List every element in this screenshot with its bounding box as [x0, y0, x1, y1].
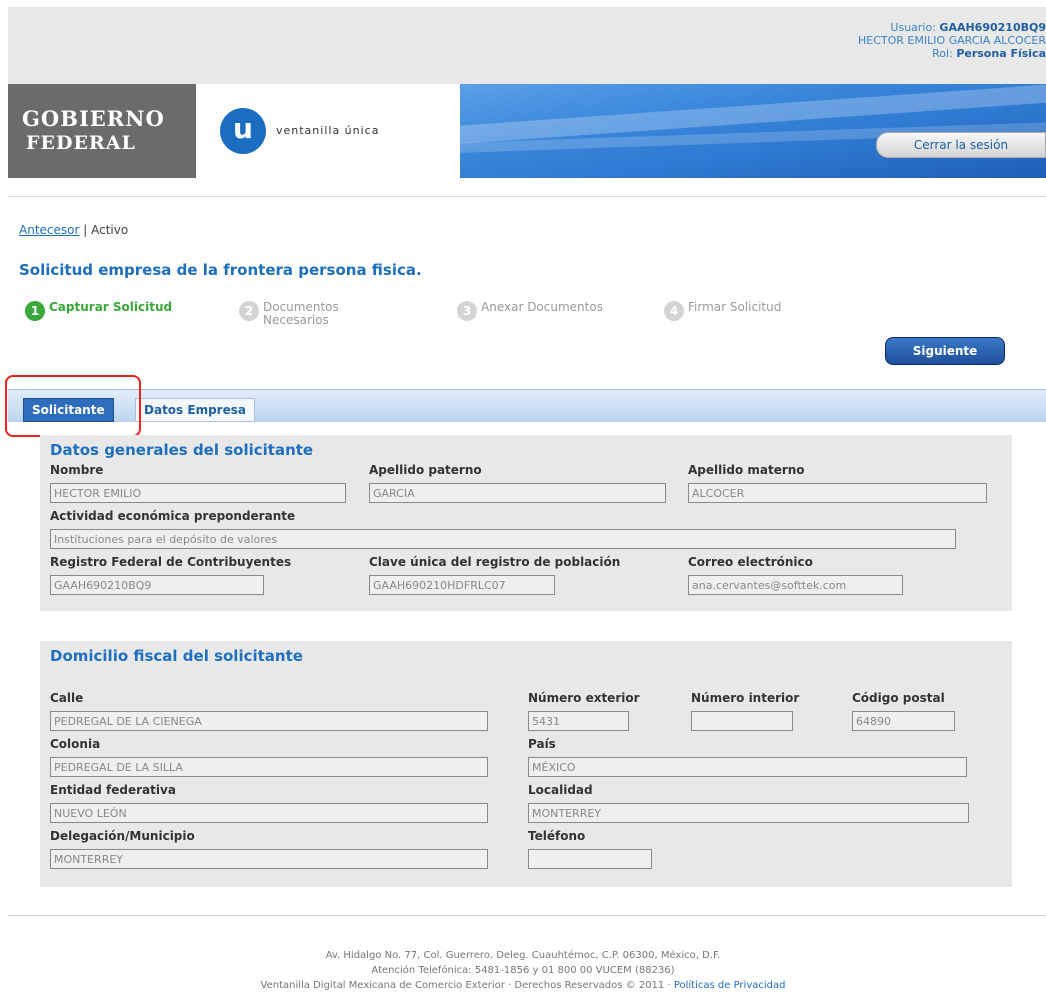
entidad-federativa-label: Entidad federativa	[50, 783, 176, 797]
ventanilla-logo-icon: u	[220, 108, 266, 154]
tab-bar: Solicitante Datos Empresa	[8, 389, 1046, 422]
top-user-bar: Usuario: GAAH690210BQ9 HECTOR EMILIO GAR…	[8, 7, 1046, 84]
gobierno-line1: GOBIERNO	[22, 106, 165, 131]
numero-exterior-label: Número exterior	[528, 691, 640, 705]
colonia-label: Colonia	[50, 737, 101, 751]
footer-phone: Atención Telefónica: 5481-1856 y 01 800 …	[371, 965, 675, 976]
rfc-label: Registro Federal de Contribuyentes	[50, 555, 292, 569]
actividad-label: Actividad económica preponderante	[50, 509, 296, 523]
privacy-policy-link[interactable]: Políticas de Privacidad	[674, 980, 786, 991]
datos-generales-panel: Datos generales del solicitante Nombre H…	[40, 435, 1012, 611]
delegacion-label: Delegación/Municipio	[50, 829, 195, 843]
logout-button[interactable]: Cerrar la sesión	[876, 132, 1046, 158]
localidad-label: Localidad	[528, 783, 593, 797]
pais-label: País	[528, 737, 556, 751]
usuario-value: GAAH690210BQ9	[939, 21, 1046, 34]
footer-copyright-text: Ventanilla Digital Mexicana de Comercio …	[260, 980, 671, 991]
gobierno-line2: FEDERAL	[26, 132, 136, 154]
numero-exterior-field[interactable]: 5431	[528, 711, 629, 731]
header-banner: GOBIERNO FEDERAL u ventanilla única Cerr…	[8, 84, 1046, 178]
step-number-icon: 3	[457, 301, 477, 321]
codigo-postal-field[interactable]: 64890	[852, 711, 955, 731]
step-number-icon: 4	[664, 301, 684, 321]
user-full-name: HECTOR EMILIO GARCIA ALCOCER	[858, 34, 1046, 47]
usuario-label: Usuario:	[890, 21, 936, 34]
step-label: Firmar Solicitud	[688, 300, 782, 314]
entidad-federativa-field[interactable]: NUEVO LEÓN	[50, 803, 488, 823]
nombre-label: Nombre	[50, 463, 104, 477]
curp-label: Clave única del registro de población	[369, 555, 621, 569]
numero-interior-label: Número interior	[691, 691, 800, 705]
nombre-field[interactable]: HECTOR EMILIO	[50, 483, 346, 503]
step-label-line1: Documentos	[263, 300, 339, 314]
localidad-field[interactable]: MONTERREY	[528, 803, 969, 823]
rol-value: Persona Física	[956, 47, 1046, 60]
gobierno-federal-logo: GOBIERNO FEDERAL	[8, 84, 196, 178]
footer: Av. Hidalgo No. 77, Col. Guerrero, Deleg…	[0, 948, 1046, 993]
step-label-line2: Necesarios	[263, 313, 329, 327]
telefono-field[interactable]	[528, 849, 652, 869]
rfc-field[interactable]: GAAH690210BQ9	[50, 575, 264, 595]
main-content: Antecesor | Activo Solicitud empresa de …	[5, 196, 1046, 916]
numero-interior-field[interactable]	[691, 711, 793, 731]
delegacion-field[interactable]: MONTERREY	[50, 849, 488, 869]
breadcrumb-antecesor-link[interactable]: Antecesor	[19, 223, 79, 237]
codigo-postal-label: Código postal	[852, 691, 945, 705]
highlight-annotation	[5, 375, 141, 437]
section-title-domicilio-fiscal: Domicilio fiscal del solicitante	[50, 647, 303, 665]
step-label: Capturar Solicitud	[49, 300, 173, 314]
calle-label: Calle	[50, 691, 84, 705]
calle-field[interactable]: PEDREGAL DE LA CIENEGA	[50, 711, 488, 731]
telefono-label: Teléfono	[528, 829, 586, 843]
step-label: Documentos Necesarios	[263, 301, 339, 327]
curp-field[interactable]: GAAH690210HDFRLC07	[369, 575, 555, 595]
apellido-materno-label: Apellido materno	[688, 463, 805, 477]
ventanilla-logo-text: ventanilla única	[276, 124, 380, 137]
actividad-field[interactable]: Instituciones para el depósito de valore…	[50, 529, 956, 549]
breadcrumb-current: Activo	[91, 223, 129, 237]
banner-graphic: Cerrar la sesión	[460, 84, 1046, 178]
siguiente-button[interactable]: Siguiente	[885, 337, 1005, 365]
colonia-field[interactable]: PEDREGAL DE LA SILLA	[50, 757, 488, 777]
step-number-icon: 2	[239, 301, 259, 321]
apellido-paterno-field[interactable]: GARCIA	[369, 483, 666, 503]
apellido-paterno-label: Apellido paterno	[369, 463, 482, 477]
section-title-datos-generales: Datos generales del solicitante	[50, 441, 314, 459]
footer-address: Av. Hidalgo No. 77, Col. Guerrero, Deleg…	[325, 950, 721, 961]
pais-field[interactable]: MÉXICO	[528, 757, 967, 777]
step-label: Anexar Documentos	[481, 300, 603, 314]
user-info: Usuario: GAAH690210BQ9 HECTOR EMILIO GAR…	[858, 21, 1046, 60]
tab-datos-empresa[interactable]: Datos Empresa	[135, 398, 255, 422]
domicilio-fiscal-panel: Domicilio fiscal del solicitante Calle P…	[40, 641, 1012, 887]
step-number-icon: 1	[25, 301, 45, 321]
footer-copyright: Ventanilla Digital Mexicana de Comercio …	[0, 978, 1046, 993]
page-title: Solicitud empresa de la frontera persona…	[19, 261, 422, 279]
apellido-materno-field[interactable]: ALCOCER	[688, 483, 987, 503]
breadcrumb-separator: |	[83, 223, 88, 237]
breadcrumb: Antecesor | Activo	[19, 223, 128, 237]
rol-label: Rol:	[932, 47, 953, 60]
correo-label: Correo electrónico	[688, 555, 813, 569]
correo-field[interactable]: ana.cervantes@softtek.com	[688, 575, 903, 595]
